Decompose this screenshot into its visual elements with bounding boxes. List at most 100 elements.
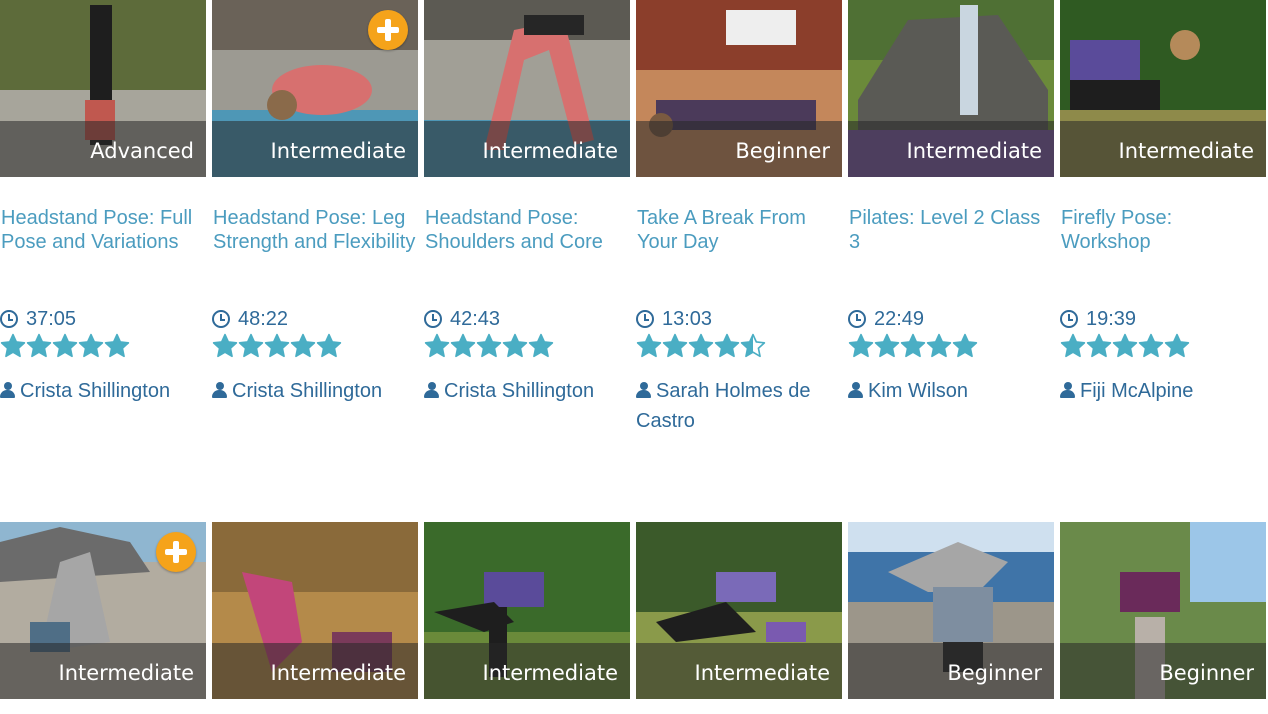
video-duration: 22:49 (848, 307, 924, 331)
person-icon (424, 382, 439, 398)
video-author[interactable]: Crista Shillington (212, 376, 417, 406)
video-thumbnail[interactable]: Beginner (848, 522, 1054, 699)
video-thumbnail[interactable]: Intermediate (636, 522, 842, 699)
level-label: Beginner (735, 139, 830, 163)
level-overlay: Intermediate (424, 121, 630, 177)
clock-icon (0, 310, 18, 328)
level-overlay: Beginner (636, 121, 842, 177)
star-icon (316, 333, 342, 358)
video-duration: 19:39 (1060, 307, 1136, 331)
add-to-favorites-button[interactable] (368, 10, 408, 50)
video-title[interactable]: Take A Break From Your Day (637, 206, 842, 254)
video-author[interactable]: Kim Wilson (848, 376, 1053, 406)
star-icon (26, 333, 52, 358)
video-thumbnail[interactable]: Beginner (1060, 522, 1266, 699)
video-title[interactable]: Firefly Pose: Workshop (1061, 206, 1266, 254)
star-rating (0, 333, 130, 359)
star-rating (212, 333, 342, 359)
level-label: Intermediate (270, 661, 407, 685)
level-overlay: Beginner (1060, 643, 1266, 699)
video-thumbnail[interactable]: Intermediate (1060, 0, 1266, 177)
level-label: Intermediate (482, 139, 619, 163)
video-title[interactable]: Headstand Pose: Leg Strength and Flexibi… (213, 206, 418, 254)
duration-value: 19:39 (1086, 307, 1137, 330)
video-title[interactable]: Headstand Pose: Shoulders and Core (425, 206, 630, 254)
duration-value: 48:22 (238, 307, 289, 330)
video-thumbnail[interactable]: Intermediate (212, 522, 418, 699)
star-icon (78, 333, 104, 358)
level-overlay: Intermediate (636, 643, 842, 699)
star-icon (476, 333, 502, 358)
star-icon (52, 333, 78, 358)
level-label: Intermediate (906, 139, 1043, 163)
star-icon (714, 333, 740, 358)
author-name: Crista Shillington (232, 380, 383, 402)
clock-icon (636, 310, 654, 328)
video-duration: 42:43 (424, 307, 500, 331)
video-thumbnail[interactable]: Intermediate (424, 0, 630, 177)
video-duration: 13:03 (636, 307, 712, 331)
video-author[interactable]: Crista Shillington (424, 376, 629, 406)
video-author[interactable]: Sarah Holmes de Castro (636, 376, 841, 436)
star-icon (688, 333, 714, 358)
add-to-favorites-button[interactable] (156, 532, 196, 572)
level-label: Intermediate (694, 661, 831, 685)
video-thumbnail[interactable]: Intermediate (212, 0, 418, 177)
author-name: Sarah Holmes de Castro (636, 380, 811, 432)
video-author[interactable]: Fiji McAlpine (1060, 376, 1265, 406)
level-overlay: Intermediate (0, 643, 206, 699)
level-overlay: Intermediate (1060, 121, 1266, 177)
level-label: Intermediate (270, 139, 407, 163)
star-icon (1164, 333, 1190, 358)
duration-value: 22:49 (874, 307, 925, 330)
duration-value: 42:43 (450, 307, 501, 330)
clock-icon (212, 310, 230, 328)
video-thumbnail[interactable]: Intermediate (848, 0, 1054, 177)
star-icon (104, 333, 130, 358)
video-title[interactable]: Pilates: Level 2 Class 3 (849, 206, 1054, 254)
level-overlay: Intermediate (212, 643, 418, 699)
video-duration: 48:22 (212, 307, 288, 331)
star-icon (212, 333, 238, 358)
level-label: Intermediate (58, 661, 195, 685)
star-icon (0, 333, 26, 358)
level-overlay: Intermediate (848, 121, 1054, 177)
video-thumbnail[interactable]: Intermediate (0, 522, 206, 699)
level-overlay: Beginner (848, 643, 1054, 699)
star-icon (290, 333, 316, 358)
clock-icon (1060, 310, 1078, 328)
clock-icon (848, 310, 866, 328)
level-label: Advanced (90, 139, 194, 163)
level-label: Beginner (947, 661, 1042, 685)
star-icon (502, 333, 528, 358)
person-icon (0, 382, 15, 398)
person-icon (212, 382, 227, 398)
video-duration: 37:05 (0, 307, 76, 331)
person-icon (636, 382, 651, 398)
star-rating (636, 333, 766, 359)
clock-icon (424, 310, 442, 328)
video-thumbnail[interactable]: Beginner (636, 0, 842, 177)
author-name: Fiji McAlpine (1080, 380, 1194, 402)
author-name: Crista Shillington (20, 380, 171, 402)
person-icon (1060, 382, 1075, 398)
video-title[interactable]: Headstand Pose: Full Pose and Variations (1, 206, 206, 254)
video-thumbnail[interactable]: Intermediate (424, 522, 630, 699)
star-icon (900, 333, 926, 358)
star-icon (848, 333, 874, 358)
level-label: Intermediate (1118, 139, 1255, 163)
duration-value: 37:05 (26, 307, 77, 330)
star-icon (450, 333, 476, 358)
video-author[interactable]: Crista Shillington (0, 376, 205, 406)
star-icon (636, 333, 662, 358)
star-icon (926, 333, 952, 358)
star-icon (952, 333, 978, 358)
video-thumbnail[interactable]: Advanced (0, 0, 206, 177)
author-name: Kim Wilson (868, 380, 969, 402)
star-icon (874, 333, 900, 358)
level-label: Beginner (1159, 661, 1254, 685)
star-icon (662, 333, 688, 358)
level-overlay: Intermediate (424, 643, 630, 699)
level-label: Intermediate (482, 661, 619, 685)
star-icon (264, 333, 290, 358)
